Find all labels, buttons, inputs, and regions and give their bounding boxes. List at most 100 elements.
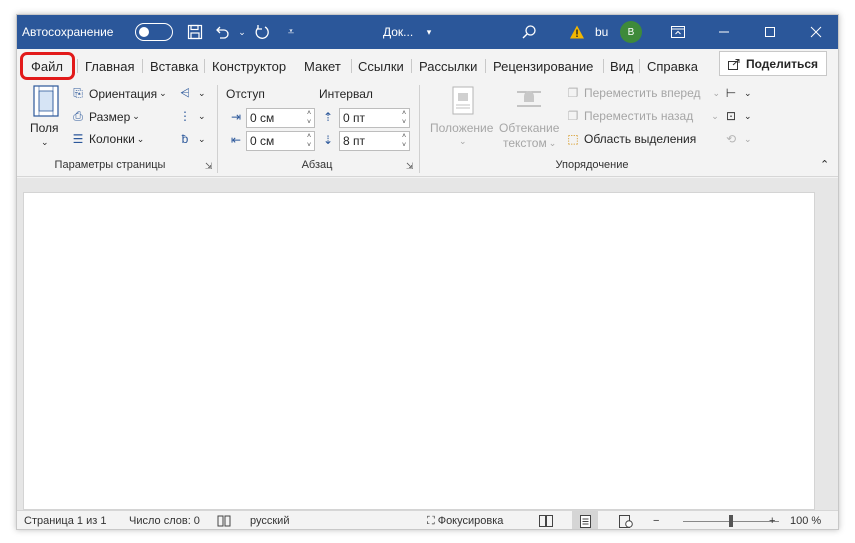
paragraph-group-label: Абзац <box>301 159 333 171</box>
tab-separator <box>411 59 412 73</box>
autosave-toggle[interactable] <box>135 15 173 49</box>
word-count[interactable]: Число слов: 0 <box>129 511 200 529</box>
spacing-before-input[interactable]: 0 пт ˄ ˅ <box>339 108 410 128</box>
zoom-in-button[interactable]: + <box>769 511 775 529</box>
selection-pane-label: Область выделения <box>584 132 697 146</box>
minimize-icon[interactable] <box>701 15 747 49</box>
page-info[interactable]: Страница 1 из 1 <box>24 511 106 529</box>
selection-pane-button[interactable]: ⬚ Область выделения <box>565 132 696 146</box>
zoom-level[interactable]: 100 % <box>790 511 821 529</box>
send-backward-button[interactable]: ❐ Переместить назад ⌄ <box>565 109 719 123</box>
align-icon: ⊢ <box>725 86 737 100</box>
paragraph-launcher-icon[interactable]: ⇲ <box>406 161 414 172</box>
avatar-initial: B <box>620 21 642 43</box>
tab-mailings[interactable]: Рассылки <box>419 55 477 77</box>
tab-design[interactable]: Конструктор <box>212 55 286 77</box>
indent-label: Отступ <box>226 87 265 101</box>
arrange-group-label: Упорядочение <box>555 159 629 171</box>
share-label: Поделиться <box>745 56 819 71</box>
indent-left-icon: ⇥ <box>230 110 242 124</box>
maximize-icon[interactable] <box>747 15 793 49</box>
redo-icon[interactable] <box>250 15 274 49</box>
tab-home[interactable]: Главная <box>85 55 134 77</box>
focus-label: Фокусировка <box>437 515 504 527</box>
customize-toolbar-icon[interactable]: ⩡ <box>279 15 303 49</box>
line-numbers-icon: ⋮ <box>179 109 191 123</box>
share-icon <box>727 58 740 70</box>
ribbon-display-options-icon[interactable] <box>655 15 701 49</box>
title-dropdown-icon[interactable]: ▾ <box>417 15 441 49</box>
tab-separator <box>485 59 486 73</box>
proofing-icon[interactable] <box>217 511 231 529</box>
margins-label: Поля <box>30 121 59 135</box>
size-icon: ⎙ <box>73 109 83 123</box>
document-area <box>17 178 838 510</box>
print-layout-icon[interactable] <box>572 511 598 529</box>
user-name[interactable]: bu <box>595 15 608 49</box>
zoom-out-button[interactable]: − <box>653 511 659 529</box>
tab-references[interactable]: Ссылки <box>358 55 404 77</box>
page-setup-launcher-icon[interactable]: ⇲ <box>205 161 213 172</box>
columns-icon: ☰ <box>72 132 84 146</box>
breaks-icon: ⩤ <box>180 86 190 100</box>
hyphenation-icon: ƀ <box>181 132 189 146</box>
margins-button[interactable] <box>31 85 61 117</box>
ribbon: Поля ⌄ ⎘ Ориентация ⌄ ⎙ Размер ⌄ ☰ Колонки… <box>17 81 838 177</box>
orientation-label: Ориентация <box>89 86 158 101</box>
share-button[interactable]: Поделиться <box>719 51 827 76</box>
document-page[interactable] <box>23 192 815 510</box>
ribbon-tabs: Файл Главная Вставка Конструктор Макет С… <box>17 49 838 81</box>
warning-icon[interactable] <box>565 15 589 49</box>
group-separator <box>419 85 420 173</box>
selection-pane-icon: ⬚ <box>567 132 579 146</box>
search-icon[interactable] <box>517 15 541 49</box>
hyphenation-button[interactable]: ƀ ⌄ <box>177 132 206 146</box>
bring-forward-button[interactable]: ❐ Переместить вперед ⌄ <box>565 86 720 100</box>
word-window: Автосохранение ⌄ ⩡ Док... ▾ bu B Файл Гл… <box>16 14 839 530</box>
read-mode-icon[interactable] <box>535 511 557 529</box>
group-separator <box>217 85 218 173</box>
indent-right-input[interactable]: 0 см ˄ ˅ <box>246 131 315 151</box>
tab-view[interactable]: Вид <box>610 55 634 77</box>
close-icon[interactable] <box>793 15 838 49</box>
tab-layout[interactable]: Макет <box>304 55 341 77</box>
web-layout-icon[interactable] <box>615 511 637 529</box>
tab-separator <box>77 59 78 73</box>
indent-left-input[interactable]: 0 см ˄ ˅ <box>246 108 315 128</box>
position-chevron-icon: ⌄ <box>459 136 467 146</box>
title-bar: Автосохранение ⌄ ⩡ Док... ▾ bu B <box>17 15 838 49</box>
tab-review[interactable]: Рецензирование <box>493 55 593 77</box>
columns-label: Колонки <box>89 132 135 146</box>
tab-help[interactable]: Справка <box>647 55 698 77</box>
wrap-text-label[interactable]: Обтекание <box>499 121 559 135</box>
save-icon[interactable] <box>183 15 207 49</box>
position-button[interactable]: Положение <box>430 121 493 135</box>
document-title[interactable]: Док... <box>383 15 413 49</box>
status-bar: Страница 1 из 1 Число слов: 0 русский ⛶ … <box>17 510 838 529</box>
columns-button[interactable]: ☰ Колонки ⌄ <box>70 132 145 146</box>
group-objects-button[interactable]: ⊡ ⌄ <box>723 109 752 123</box>
breaks-button[interactable]: ⩤ ⌄ <box>177 86 205 101</box>
rotate-icon: ⟲ <box>725 132 737 146</box>
size-button[interactable]: ⎙ Размер ⌄ <box>70 109 140 124</box>
indent-right-icon: ⇤ <box>230 133 242 147</box>
orientation-button[interactable]: ⎘ Ориентация ⌄ <box>70 86 166 101</box>
margins-chevron-icon: ⌄ <box>41 137 49 147</box>
orientation-icon: ⎘ <box>73 86 83 100</box>
wrap-text-label-2[interactable]: текстом ⌄ <box>503 136 556 150</box>
collapse-ribbon-icon[interactable]: ⌃ <box>820 158 829 171</box>
margins-icon <box>33 85 59 117</box>
tab-separator <box>603 59 604 73</box>
send-backward-label: Переместить назад <box>584 109 694 123</box>
align-button[interactable]: ⊢ ⌄ <box>723 86 752 100</box>
spacing-after-input[interactable]: 8 пт ˄ ˅ <box>339 131 410 151</box>
avatar[interactable]: B <box>620 15 644 49</box>
tab-insert[interactable]: Вставка <box>150 55 198 77</box>
bring-forward-icon: ❐ <box>567 86 579 100</box>
rotate-button[interactable]: ⟲ ⌄ <box>723 132 752 146</box>
focus-icon: ⛶ <box>427 514 435 527</box>
zoom-slider-thumb[interactable] <box>729 515 733 527</box>
line-numbers-button[interactable]: ⋮ ⌄ <box>177 109 206 123</box>
focus-button[interactable]: ⛶ Фокусировка <box>427 511 504 529</box>
language[interactable]: русский <box>250 511 289 529</box>
